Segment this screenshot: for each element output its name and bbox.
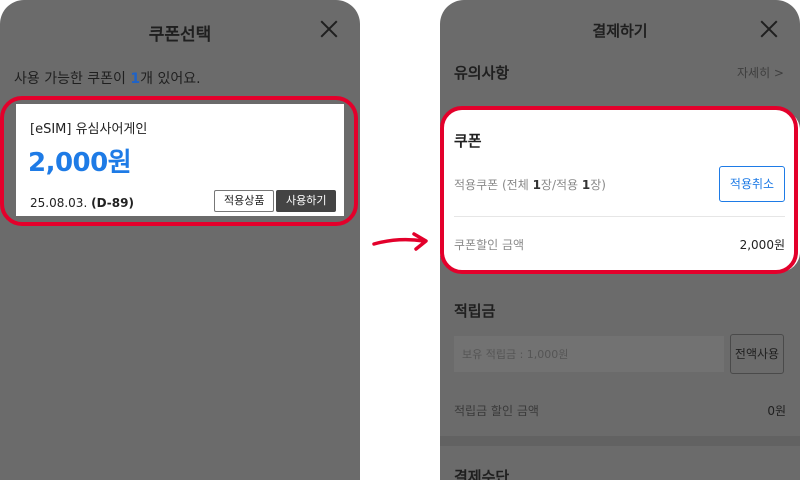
coupon-section: 쿠폰 적용쿠폰 (전체 1장/적용 1장) 적용취소 쿠폰할인 금액 2,000… (440, 110, 800, 272)
points-discount-value: 0원 (767, 404, 786, 418)
coupon-section-title: 쿠폰 (454, 132, 482, 150)
applicable-products-button[interactable]: 적용상품 (214, 190, 275, 212)
checkout-screen: 결제하기 유의사항 자세히 > 쿠폰 적용쿠폰 (전체 1장/적용 1장) 적용… (440, 0, 800, 480)
coupon-dday: (D-89) (91, 196, 134, 210)
payment-method-title: 결제수단 (454, 468, 510, 480)
points-input[interactable] (454, 336, 724, 372)
arrow-right-icon (372, 232, 428, 251)
coupon-discount-label: 쿠폰할인 금액 (454, 238, 525, 252)
coupon-discount-value: 2,000원 (739, 238, 785, 252)
available-count: 1 (130, 71, 141, 87)
coupon-expiry: 25.08.03. (D-89) (30, 196, 134, 210)
close-icon[interactable] (758, 18, 780, 40)
use-coupon-button[interactable]: 사용하기 (276, 190, 337, 212)
applied-coupon-info: 적용쿠폰 (전체 1장/적용 1장) (454, 178, 606, 192)
checkout-title: 결제하기 (592, 22, 648, 40)
coupon-select-modal: 쿠폰선택 사용 가능한 쿠폰이 1개 있어요. [eSIM] 유심사어게인 2,… (0, 0, 360, 480)
available-coupons-text: 사용 가능한 쿠폰이 1개 있어요. (14, 71, 201, 87)
cancel-coupon-button[interactable]: 적용취소 (719, 166, 785, 202)
use-all-points-button[interactable]: 전액사용 (730, 334, 784, 374)
section-divider-band (440, 436, 800, 446)
notice-more-link[interactable]: 자세히 > (737, 64, 784, 81)
divider (454, 216, 785, 217)
points-title: 적립금 (454, 302, 496, 320)
notice-label: 유의사항 (454, 64, 510, 82)
coupon-card: [eSIM] 유심사어게인 2,000원 25.08.03. (D-89) 적용… (16, 104, 344, 216)
coupon-amount: 2,000원 (28, 148, 132, 178)
points-discount-label: 적립금 할인 금액 (454, 404, 539, 418)
coupon-name: [eSIM] 유심사어게인 (30, 122, 148, 137)
close-icon[interactable] (318, 18, 340, 40)
modal-title: 쿠폰선택 (148, 25, 212, 45)
